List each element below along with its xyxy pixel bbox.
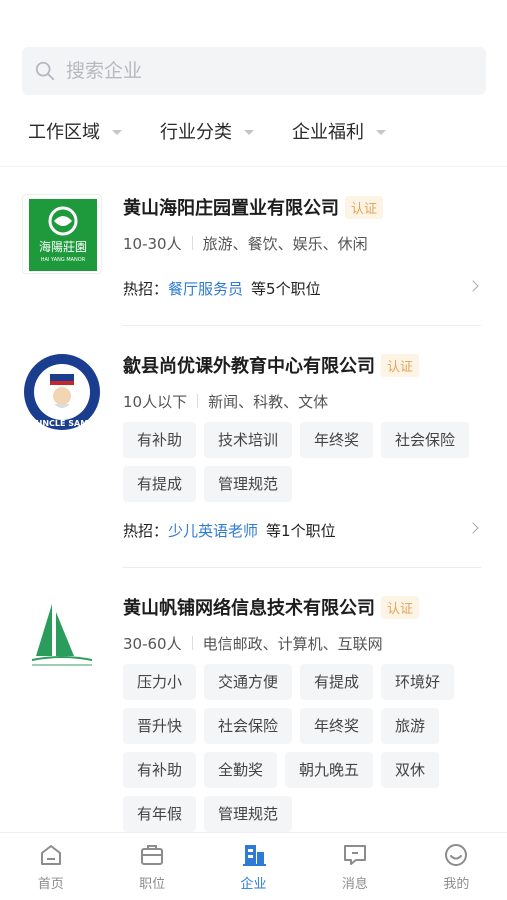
tab-label: 企业 [240,877,267,892]
chevron-right-icon [467,280,479,292]
card-divider [123,567,481,568]
filter-benefits[interactable]: 企业福利 [292,118,386,144]
verified-badge: 认证 [345,195,384,219]
hot-job-link[interactable]: 餐厅服务员 [168,278,243,299]
filter-work-area[interactable]: 工作区域 [28,118,122,144]
tab-label: 我的 [443,877,470,892]
caret-down-icon [376,129,386,135]
benefit-tag: 双休 [381,752,440,788]
search-input[interactable] [66,60,446,82]
message-icon [343,845,366,865]
tab-profile[interactable]: 我的 [406,833,507,900]
company-industry: 新闻、科教、文体 [208,392,329,411]
company-info: 黄山海阳庄园置业有限公司 认证 10-30人 旅游、餐饮、娱乐、休闲 热招： 餐… [123,192,481,300]
benefit-tag: 社会保险 [381,422,470,458]
meta-separator [191,636,193,650]
tab-label: 消息 [341,877,368,892]
verified-badge: 认证 [381,353,420,377]
benefit-tag: 朝九晚五 [285,752,374,788]
hot-job-link[interactable]: 少儿英语老师 [168,520,258,541]
meta-separator [197,394,199,408]
benefit-tag: 环境好 [381,664,455,700]
verified-badge: 认证 [381,595,420,619]
company-industry: 旅游、餐饮、娱乐、休闲 [202,234,368,253]
hot-suffix: 等1个职位 [266,521,336,540]
benefit-tag: 有年假 [123,796,197,832]
benefit-tag: 有补助 [123,752,197,788]
benefit-tag: 年终奖 [300,422,374,458]
benefit-tag: 旅游 [381,708,440,744]
benefit-tags: 压力小 交通方便 有提成 环境好 晋升快 社会保险 年终奖 旅游 有补助 全勤奖… [123,664,483,840]
tab-home[interactable]: 首页 [0,833,101,900]
filter-bar: 工作区域 行业分类 企业福利 [28,118,424,144]
benefit-tag: 管理规范 [204,466,293,502]
tab-messages[interactable]: 消息 [304,833,405,900]
benefit-tags: 有补助 技术培训 年终奖 社会保险 有提成 管理规范 [123,422,483,510]
company-size: 10-30人 [123,234,182,253]
card-divider [123,325,481,326]
company-logo: 海陽莊園 HAI YANG MANOR [22,194,102,274]
chevron-right-icon [467,522,479,534]
hot-prefix: 热招： [123,521,169,540]
briefcase-icon [141,845,164,865]
filter-label: 企业福利 [292,122,364,143]
company-size: 10人以下 [123,392,188,411]
logo-subtext: HAI YANG MANOR [41,257,86,263]
benefit-tag: 全勤奖 [204,752,278,788]
home-icon [40,845,61,865]
benefit-tag: 有提成 [123,466,197,502]
search-icon [35,61,55,81]
company-info: 歙县尚优课外教育中心有限公司 认证 10人以下 新闻、科教、文体 有补助 技术培… [123,350,481,542]
filter-industry[interactable]: 行业分类 [160,118,254,144]
meta-separator [191,236,193,250]
filter-label: 工作区域 [28,122,100,143]
hot-prefix: 热招： [123,279,169,298]
company-name: 歙县尚优课外教育中心有限公司 [123,356,375,377]
benefit-tag: 社会保险 [204,708,293,744]
hot-jobs-row[interactable]: 热招： 餐厅服务员 等5个职位 [123,276,481,300]
caret-down-icon [112,129,122,135]
hot-suffix: 等5个职位 [251,279,321,298]
company-name: 黄山帆铺网络信息技术有限公司 [123,598,375,619]
benefit-tag: 管理规范 [204,796,293,832]
tab-companies[interactable]: 企业 [203,833,304,900]
filter-label: 行业分类 [160,122,232,143]
divider [0,166,507,167]
logo-text: 海陽莊園 [39,239,87,254]
building-icon [242,845,266,866]
benefit-tag: 交通方便 [204,664,293,700]
benefit-tag: 年终奖 [300,708,374,744]
tab-jobs[interactable]: 职位 [101,833,202,900]
caret-down-icon [244,129,254,135]
bottom-tab-bar: 首页 职位 企业 消息 我的 [0,832,507,900]
company-name: 黄山海阳庄园置业有限公司 [123,198,339,219]
profile-icon [445,844,468,866]
hot-jobs-row[interactable]: 热招： 少儿英语老师 等1个职位 [123,518,481,542]
benefit-tag: 有提成 [300,664,374,700]
benefit-tag: 技术培训 [204,422,293,458]
tab-label: 首页 [37,877,64,892]
company-industry: 电信邮政、计算机、互联网 [202,634,383,653]
benefit-tag: 晋升快 [123,708,197,744]
company-size: 30-60人 [123,634,182,653]
benefit-tag: 压力小 [123,664,197,700]
tab-label: 职位 [139,877,166,892]
logo-text: UNCLE SAM [36,419,88,428]
company-list-page: 工作区域 行业分类 企业福利 海陽莊園 HAI YANG MANOR 黄山海阳庄… [0,0,507,900]
company-logo [22,594,102,674]
company-logo: UNCLE SAM [22,352,102,432]
company-info: 黄山帆铺网络信息技术有限公司 认证 30-60人 电信邮政、计算机、互联网 压力… [123,592,481,840]
benefit-tag: 有补助 [123,422,197,458]
search-bar[interactable] [22,47,486,95]
